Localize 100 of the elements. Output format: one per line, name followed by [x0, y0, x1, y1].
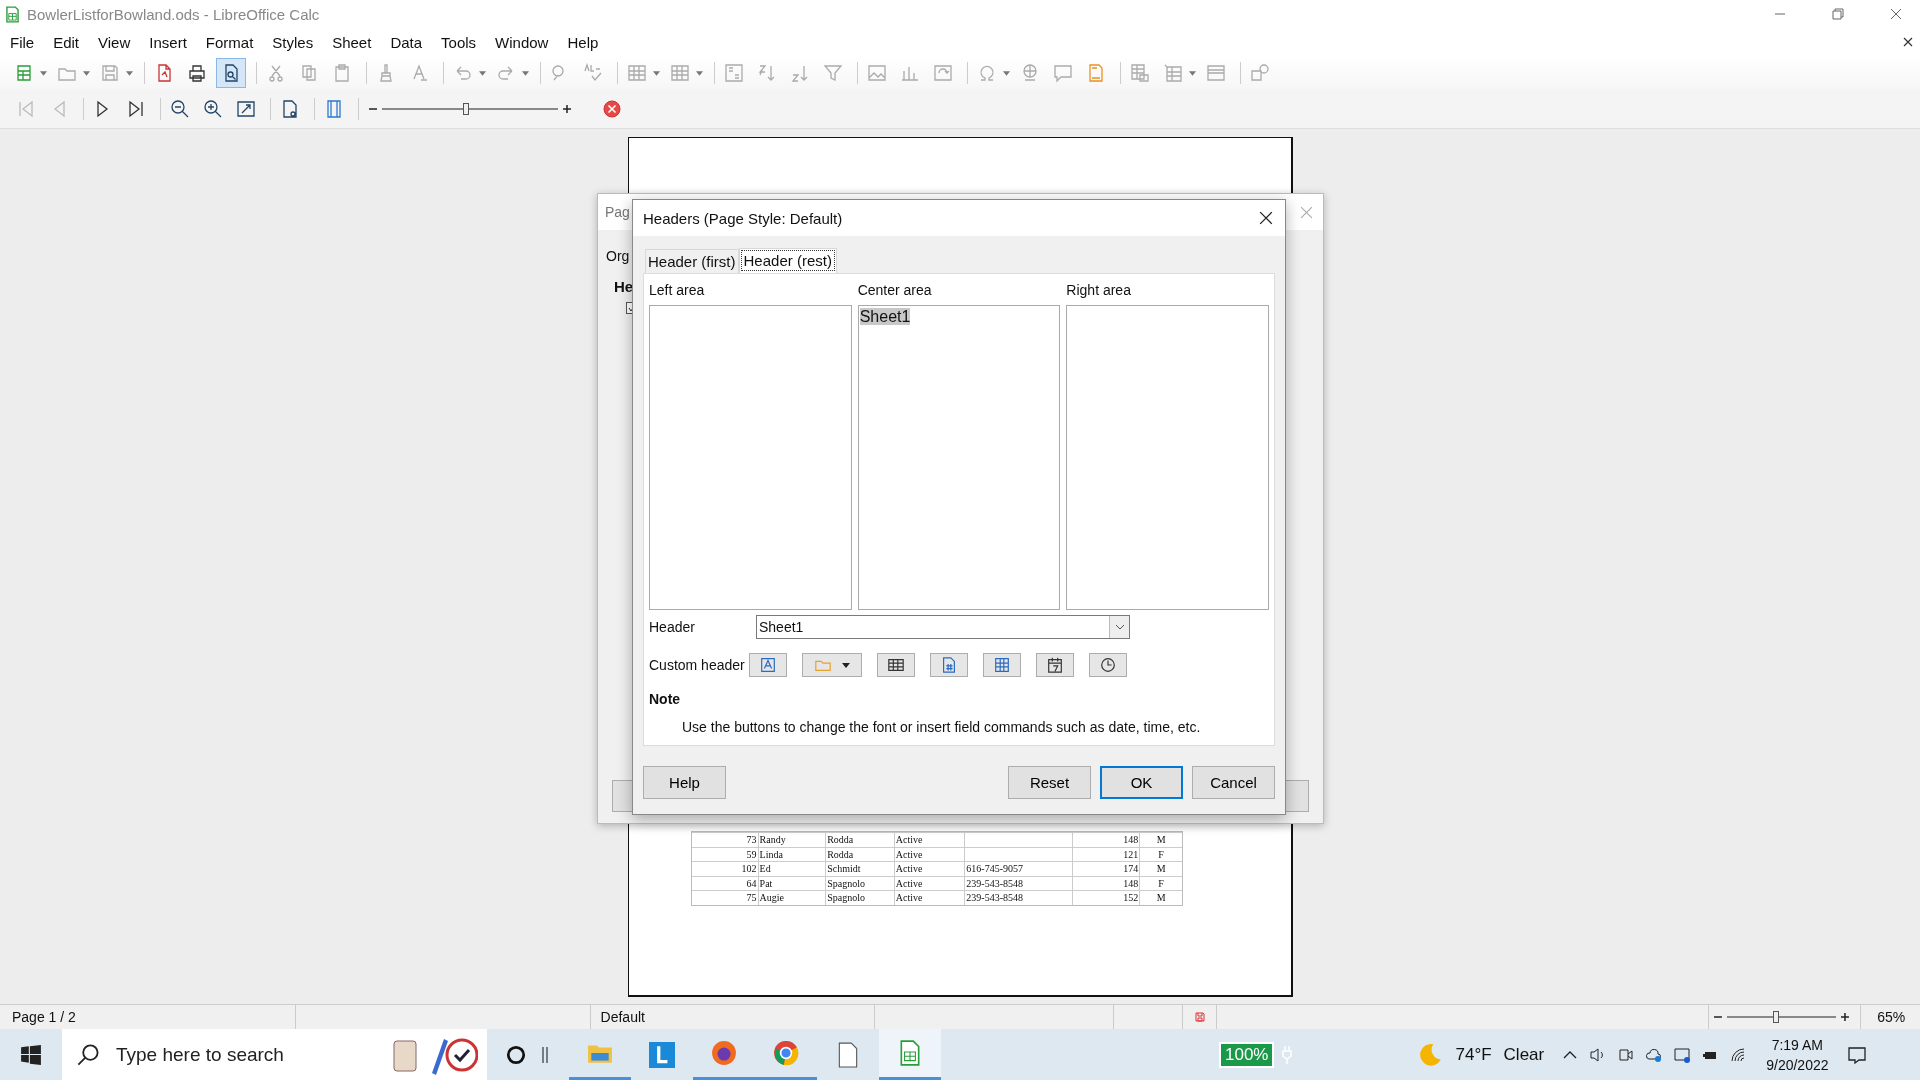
caret-icon[interactable] [40, 70, 47, 76]
field-label: Custom header [649, 657, 745, 673]
text-area[interactable]: Sheet1 [857, 305, 1061, 610]
calendar-icon [1045, 656, 1064, 674]
battery-percent: 100% [1219, 1041, 1275, 1068]
chevron-down-icon[interactable] [1114, 624, 1125, 630]
dialog-title: Pag [605, 204, 630, 220]
menu-item[interactable]: Insert [149, 33, 187, 51]
menu-item[interactable]: Tools [441, 33, 477, 51]
caret-icon[interactable] [522, 70, 529, 76]
dialog-button[interactable]: Cancel [1192, 766, 1275, 799]
taskbar-app[interactable] [879, 1029, 941, 1080]
caret-icon[interactable] [126, 70, 133, 76]
table-cell: Schmidt [826, 862, 895, 876]
menu-item[interactable]: View [98, 33, 131, 51]
table-cell: 239-543-8548 [965, 876, 1073, 890]
table-cell: Rodda [826, 847, 895, 861]
caret-icon[interactable] [1189, 70, 1196, 76]
area-label: Left area [649, 282, 706, 300]
caret-icon[interactable] [696, 70, 703, 76]
table-cell: 102 [692, 862, 759, 876]
field-button[interactable] [982, 653, 1021, 677]
table-cell: Active [894, 847, 966, 861]
cloud-sync-icon[interactable] [1646, 1046, 1663, 1063]
menu-item[interactable]: Edit [53, 33, 80, 51]
dialog-button[interactable]: Reset [1008, 766, 1091, 799]
menu-item[interactable]: File [10, 33, 35, 51]
table-cell: 73 [692, 833, 759, 847]
dialog-button[interactable]: Help [643, 766, 726, 799]
caret-icon[interactable] [479, 70, 486, 76]
field-button[interactable] [748, 653, 787, 677]
notification-icon[interactable] [1846, 1044, 1867, 1065]
clock-time[interactable]: 7:19 AM [1771, 1034, 1824, 1055]
text-attributes-icon [758, 656, 777, 674]
spreadsheet-app-icon [6, 5, 19, 23]
table-cell-text: M [1155, 862, 1167, 876]
browser-icon [773, 1040, 799, 1066]
table-cell: Active [894, 833, 966, 847]
menu-item[interactable]: Help [567, 33, 599, 51]
table-cell: Spagnolo [826, 891, 895, 905]
field-button[interactable] [876, 653, 915, 677]
zoom-slider[interactable] [1726, 1010, 1837, 1024]
section-heading: He [614, 278, 634, 295]
caret-icon[interactable] [653, 70, 660, 76]
table-cell: Augie [758, 891, 827, 905]
clock-icon [1098, 656, 1117, 674]
table-cell-text: M [1155, 833, 1167, 847]
caret-icon[interactable] [1003, 70, 1010, 76]
tab[interactable]: Header (rest) [738, 248, 837, 273]
table-cell: Spagnolo [826, 876, 895, 890]
menu-item[interactable]: Styles [272, 33, 314, 51]
field-button[interactable] [929, 653, 968, 677]
field-button[interactable] [1088, 653, 1127, 677]
menu-item[interactable]: Window [495, 33, 549, 51]
menu-item[interactable]: Sheet [332, 33, 372, 51]
search-input[interactable]: Type here to search [114, 1042, 388, 1067]
close-document-icon[interactable] [1903, 37, 1913, 47]
field-label: Header [649, 619, 696, 635]
windows-start-icon[interactable] [20, 1043, 42, 1066]
table-icon [886, 656, 905, 674]
camera-icon[interactable] [1618, 1046, 1635, 1063]
dialog-title: Headers (Page Style: Default) [643, 209, 843, 227]
cortana-icon[interactable] [505, 1043, 527, 1066]
note-heading: Note [649, 691, 682, 707]
table-cell: Rodda [826, 833, 895, 847]
table-cell: 148 [1072, 876, 1141, 890]
table-cell-text: M [1155, 891, 1167, 905]
plus-icon[interactable] [562, 104, 572, 114]
table-cell: 121 [1072, 847, 1141, 861]
field-button[interactable] [801, 653, 862, 677]
table-cell: 64 [692, 876, 759, 890]
menu-item[interactable]: Data [390, 33, 423, 51]
menu-item[interactable]: Format [205, 33, 254, 51]
print-preview-icon[interactable] [216, 58, 246, 88]
close-icon[interactable] [1259, 211, 1273, 225]
table-cell: 239-543-8548 [965, 891, 1073, 905]
table-cell: Active [894, 862, 966, 876]
tab[interactable]: Header (first) [645, 249, 739, 273]
display-icon[interactable] [1674, 1046, 1691, 1063]
table-cell-text: F [1157, 847, 1165, 861]
wifi-icon[interactable] [1730, 1046, 1747, 1063]
tab[interactable]: Org [606, 248, 630, 264]
table-cell: Pat [758, 876, 827, 890]
clock-date[interactable]: 9/20/2022 [1766, 1054, 1829, 1075]
moon-icon [1417, 1041, 1444, 1068]
search-field[interactable]: Type here to search [62, 1029, 487, 1080]
caret-icon [841, 662, 850, 668]
table-cell: 174 [1072, 862, 1141, 876]
restore-icon[interactable] [1832, 8, 1844, 20]
field-button[interactable] [1035, 653, 1074, 677]
plus-icon[interactable] [1840, 1012, 1851, 1022]
table-cell: Ed [758, 862, 827, 876]
search-icon [76, 1042, 100, 1067]
caret-icon[interactable] [83, 70, 90, 76]
table-cell: Randy [758, 833, 827, 847]
header-dropdown[interactable]: Sheet1 [756, 615, 1130, 639]
area-label: Right area [1066, 282, 1132, 300]
table-cell: 148 [1072, 833, 1141, 847]
zoom-slider[interactable] [382, 102, 558, 116]
dialog-button[interactable]: OK [1100, 766, 1183, 799]
